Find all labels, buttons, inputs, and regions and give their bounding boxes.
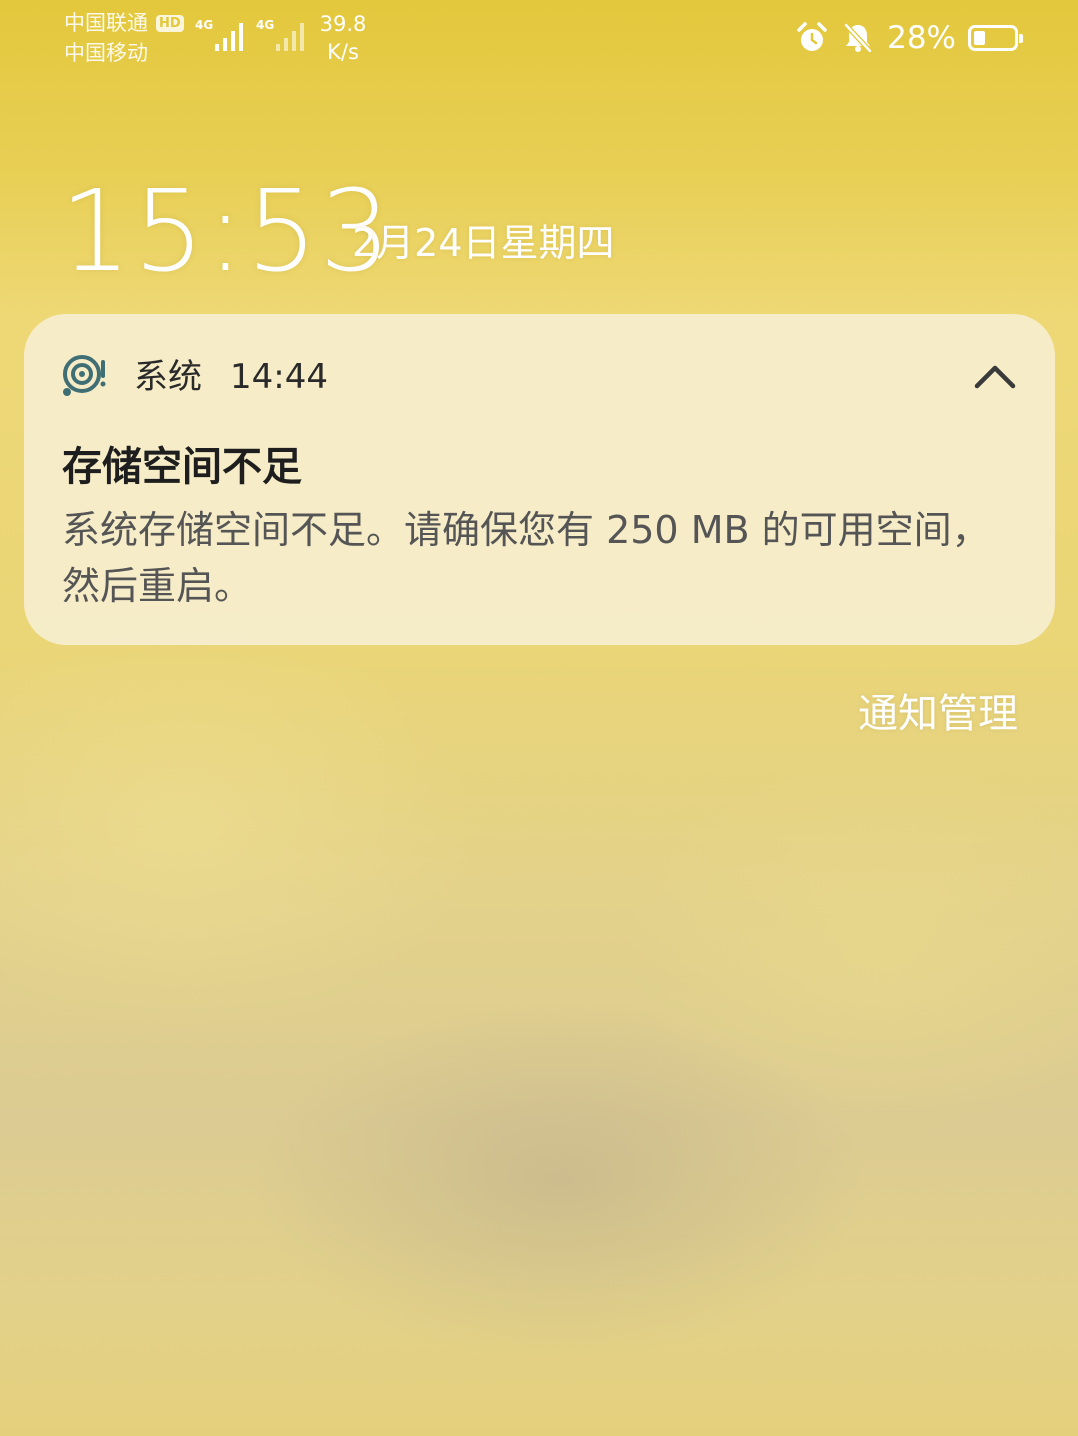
alarm-icon xyxy=(797,22,827,51)
hd-badge: HD xyxy=(156,14,184,32)
battery-icon xyxy=(968,25,1023,51)
signal-1-type: 4G xyxy=(195,18,214,32)
network-speed: 39.8 K/s xyxy=(318,10,368,66)
notification-app-name: 系统 xyxy=(134,357,202,397)
status-bar: 中国联通 HD 中国移动 4G 4G 39.8 K/s 28% xyxy=(0,0,1078,80)
lockscreen-date: 2月24日星期四 xyxy=(352,221,615,265)
carrier-2-label: 中国移动 xyxy=(64,41,148,65)
bell-muted-icon xyxy=(843,22,873,54)
system-storage-icon xyxy=(63,355,106,396)
lockscreen-clock: 15:53 xyxy=(60,167,393,297)
status-right-group: 28% xyxy=(795,14,1023,62)
notification-card[interactable]: 系统 14:44 存储空间不足 系统存储空间不足。请确保您有 250 MB 的可… xyxy=(24,314,1055,645)
carrier-info: 中国联通 HD 中国移动 xyxy=(64,8,184,68)
notification-body: 系统存储空间不足。请确保您有 250 MB 的可用空间，然后重启。 xyxy=(62,508,990,608)
notification-manage-button[interactable]: 通知管理 xyxy=(858,688,1018,740)
signal-2-icon: 4G xyxy=(256,18,312,52)
battery-fill xyxy=(974,31,985,45)
speed-unit: K/s xyxy=(327,40,359,64)
chevron-up-icon[interactable] xyxy=(971,356,1019,396)
notification-title: 存储空间不足 xyxy=(62,444,302,490)
notification-time: 14:44 xyxy=(230,357,328,397)
signal-bars-2-icon xyxy=(276,23,304,51)
carrier-1-label: 中国联通 xyxy=(64,11,148,35)
battery-percent: 28% xyxy=(887,20,956,56)
speed-value: 39.8 xyxy=(319,12,367,36)
signal-1-icon: 4G xyxy=(195,18,251,52)
signal-bars-1-icon xyxy=(215,23,243,51)
signal-2-type: 4G xyxy=(256,18,275,32)
